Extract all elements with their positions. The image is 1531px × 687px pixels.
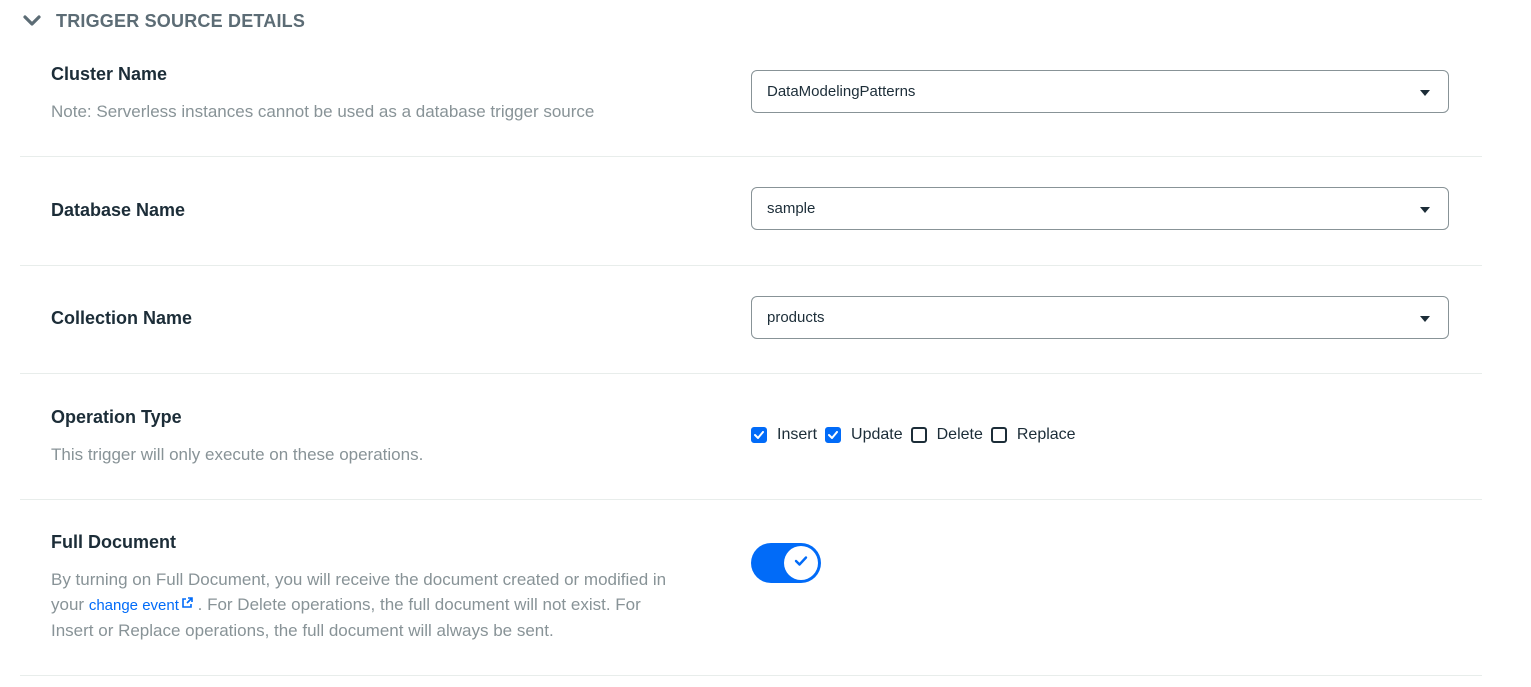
insert-checkbox[interactable] xyxy=(751,427,767,443)
cluster-name-row: Cluster Name Note: Serverless instances … xyxy=(20,0,1482,157)
operation-insert[interactable]: Insert xyxy=(751,426,817,444)
insert-label: Insert xyxy=(777,426,818,443)
toggle-knob xyxy=(784,546,818,580)
caret-down-icon xyxy=(1420,316,1430,322)
cluster-name-label: Cluster Name xyxy=(51,64,168,84)
collection-name-select[interactable]: products xyxy=(751,296,1449,339)
full-document-desc-post: . For Delete operations, the full docume… xyxy=(197,595,641,614)
caret-down-icon xyxy=(1420,207,1430,213)
cluster-name-note: Note: Serverless instances cannot be use… xyxy=(51,102,595,121)
database-name-label: Database Name xyxy=(51,200,186,220)
replace-label: Replace xyxy=(1016,426,1076,443)
collection-name-row: Collection Name products xyxy=(20,265,1482,374)
operation-replace[interactable]: Replace xyxy=(990,426,1076,444)
cluster-name-value: DataModelingPatterns xyxy=(767,83,916,100)
collection-name-label: Collection Name xyxy=(51,308,193,328)
full-document-row: Full Document By turning on Full Documen… xyxy=(20,499,1482,676)
update-label: Update xyxy=(851,426,903,443)
full-document-desc-line1: By turning on Full Document, you will re… xyxy=(51,570,667,589)
operation-update[interactable]: Update xyxy=(825,426,903,444)
external-link-icon xyxy=(181,592,193,617)
full-document-desc-line3: Insert or Replace operations, the full d… xyxy=(51,621,554,640)
operation-delete[interactable]: Delete xyxy=(910,426,983,444)
update-checkbox[interactable] xyxy=(825,426,842,444)
operation-type-note: This trigger will only execute on these … xyxy=(51,445,424,464)
database-name-select[interactable]: sample xyxy=(751,187,1449,230)
operation-type-label: Operation Type xyxy=(51,407,182,427)
operation-type-row: Operation Type This trigger will only ex… xyxy=(20,373,1482,500)
full-document-desc-pre: your xyxy=(51,595,85,614)
replace-checkbox[interactable] xyxy=(990,427,1007,443)
checkmark-icon xyxy=(754,426,764,444)
full-document-toggle[interactable] xyxy=(751,543,821,583)
delete-label: Delete xyxy=(936,426,983,443)
checkmark-icon xyxy=(828,426,839,444)
operation-type-checkboxes: Insert Update Delete Replace xyxy=(751,425,1084,445)
collection-name-value: products xyxy=(767,309,825,326)
change-event-link[interactable]: change event xyxy=(89,597,193,614)
full-document-desc-line2: your change event . For Delete operation… xyxy=(51,592,741,618)
check-icon xyxy=(794,554,808,572)
caret-down-icon xyxy=(1420,90,1430,96)
database-name-value: sample xyxy=(767,200,816,217)
full-document-label: Full Document xyxy=(51,532,176,552)
change-event-link-text: change event xyxy=(88,597,179,614)
delete-checkbox[interactable] xyxy=(910,427,927,443)
trigger-source-details-panel: TRIGGER SOURCE DETAILS Cluster Name Note… xyxy=(0,0,1531,687)
database-name-row: Database Name sample xyxy=(20,156,1482,266)
full-document-description: By turning on Full Document, you will re… xyxy=(51,567,741,643)
cluster-name-select[interactable]: DataModelingPatterns xyxy=(751,70,1449,113)
